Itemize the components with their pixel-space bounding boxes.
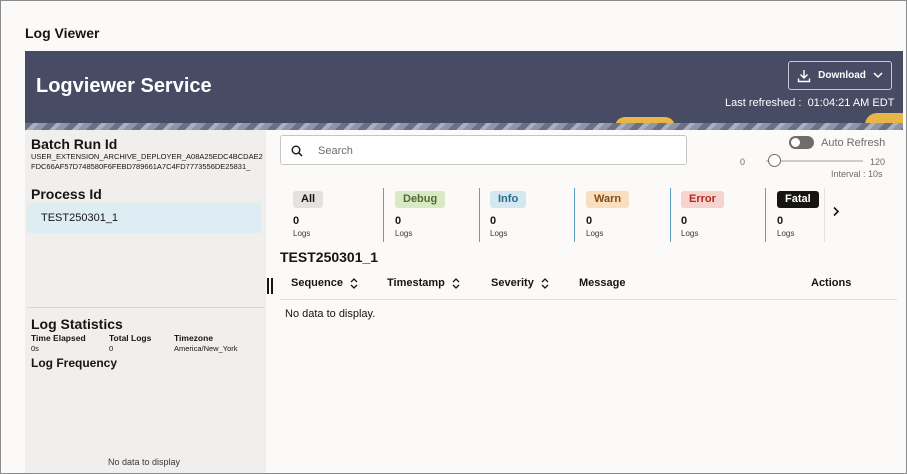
details-panel: Batch Run Id USER_EXTENSION_ARCHIVE_DEPL… [25,130,266,473]
column-label: Actions [811,277,852,289]
severity-badge: All [293,191,324,208]
severity-count: 0 [395,215,402,227]
column-label: Sequence [291,277,343,289]
refresh-interval-slider[interactable] [766,154,863,167]
page-title: Log Viewer [25,25,100,41]
download-icon [797,69,811,82]
interval-label: Interval : 10s [831,169,883,179]
search-icon [291,145,303,157]
total-logs-label: Total Logs [109,333,152,343]
chevron-down-icon [873,72,883,79]
severity-badge: Error [681,191,724,208]
sort-icon[interactable] [541,277,549,289]
severity-unit: Logs [586,229,604,238]
time-elapsed-value: 0s [31,344,39,353]
sort-icon[interactable] [452,277,460,289]
batch-run-id: USER_EXTENSION_ARCHIVE_DEPLOYER_A08A25ED… [31,152,263,171]
column-header-sequence[interactable]: Sequence [291,277,358,289]
severity-count: 0 [490,215,497,227]
column-header-message: Message [579,277,625,289]
table-header-divider [280,299,897,300]
severity-filter-info[interactable]: Info 0 Logs [490,188,582,242]
timezone-value: America/New_York [174,344,238,353]
download-button[interactable]: Download [788,61,892,90]
column-header-timestamp[interactable]: Timestamp [387,277,460,289]
divider [27,307,264,308]
severity-badge: Info [490,191,527,208]
service-title: Logviewer Service [36,75,212,97]
column-label: Message [579,277,626,289]
log-frequency-empty: No data to display [107,457,181,467]
sort-icon[interactable] [350,277,358,289]
severity-filter-warn[interactable]: Warn 0 Logs [586,188,678,242]
log-frequency-title: Log Frequency [31,356,118,370]
column-header-severity[interactable]: Severity [491,277,549,289]
filter-separator [824,188,825,242]
last-refreshed-time: 01:04:21 AM EDT [807,97,895,109]
severity-count: 0 [777,215,784,227]
severity-unit: Logs [777,229,795,238]
process-id-label: Process Id [31,186,102,202]
severity-filter-debug[interactable]: Debug 0 Logs [395,188,487,242]
severity-filter-fatal[interactable]: Fatal 0 Logs [777,188,823,242]
column-label: Severity [491,277,534,289]
slider-max-label: 120 [870,157,886,167]
slider-thumb[interactable] [768,154,782,167]
severity-unit: Logs [490,229,508,238]
slider-min-label: 0 [740,157,746,167]
auto-refresh-toggle[interactable] [789,136,814,149]
logs-table-empty: No data to display. [285,308,376,320]
panel-resize-handle[interactable] [267,278,273,294]
column-header-actions: Actions [811,277,851,289]
timezone-label: Timezone [174,333,214,343]
total-logs-value: 0 [109,344,114,353]
filter-separator [574,188,575,242]
severity-badge: Fatal [777,191,819,208]
column-label: Timestamp [387,277,445,289]
batch-run-label: Batch Run Id [31,136,118,152]
severity-unit: Logs [293,229,311,238]
filter-separator [479,188,480,242]
process-id-value: TEST250301_1 [41,212,119,224]
log-viewer-page: Log Viewer Logviewer Service Download La… [0,0,907,474]
severity-filter-error[interactable]: Error 0 Logs [681,188,773,242]
severity-unit: Logs [395,229,413,238]
severity-count: 0 [293,215,300,227]
last-refreshed: Last refreshed : 01:04:21 AM EDT [725,97,894,109]
severity-filter-all[interactable]: All 0 Logs [293,188,385,242]
last-refreshed-label: Last refreshed : [725,97,802,109]
logs-table-title: TEST250301_1 [280,249,379,265]
log-statistics-title: Log Statistics [31,316,123,332]
banner-pattern-strip [25,123,903,130]
filter-separator [765,188,766,242]
severity-count: 0 [586,215,593,227]
severity-badge: Debug [395,191,446,208]
severity-badge: Warn [586,191,630,208]
service-banner: Logviewer Service Download Last refreshe… [25,51,903,130]
search-box [280,135,687,165]
time-elapsed-label: Time Elapsed [31,333,86,343]
download-label: Download [818,70,866,81]
filter-separator [383,188,384,242]
chevron-right-icon[interactable] [832,206,840,217]
search-input[interactable] [318,143,678,158]
auto-refresh-label: Auto Refresh [821,137,886,149]
severity-count: 0 [681,215,688,227]
process-id-item[interactable]: TEST250301_1 [27,203,261,233]
toggle-knob [791,138,800,147]
severity-unit: Logs [681,229,699,238]
filter-separator [670,188,671,242]
